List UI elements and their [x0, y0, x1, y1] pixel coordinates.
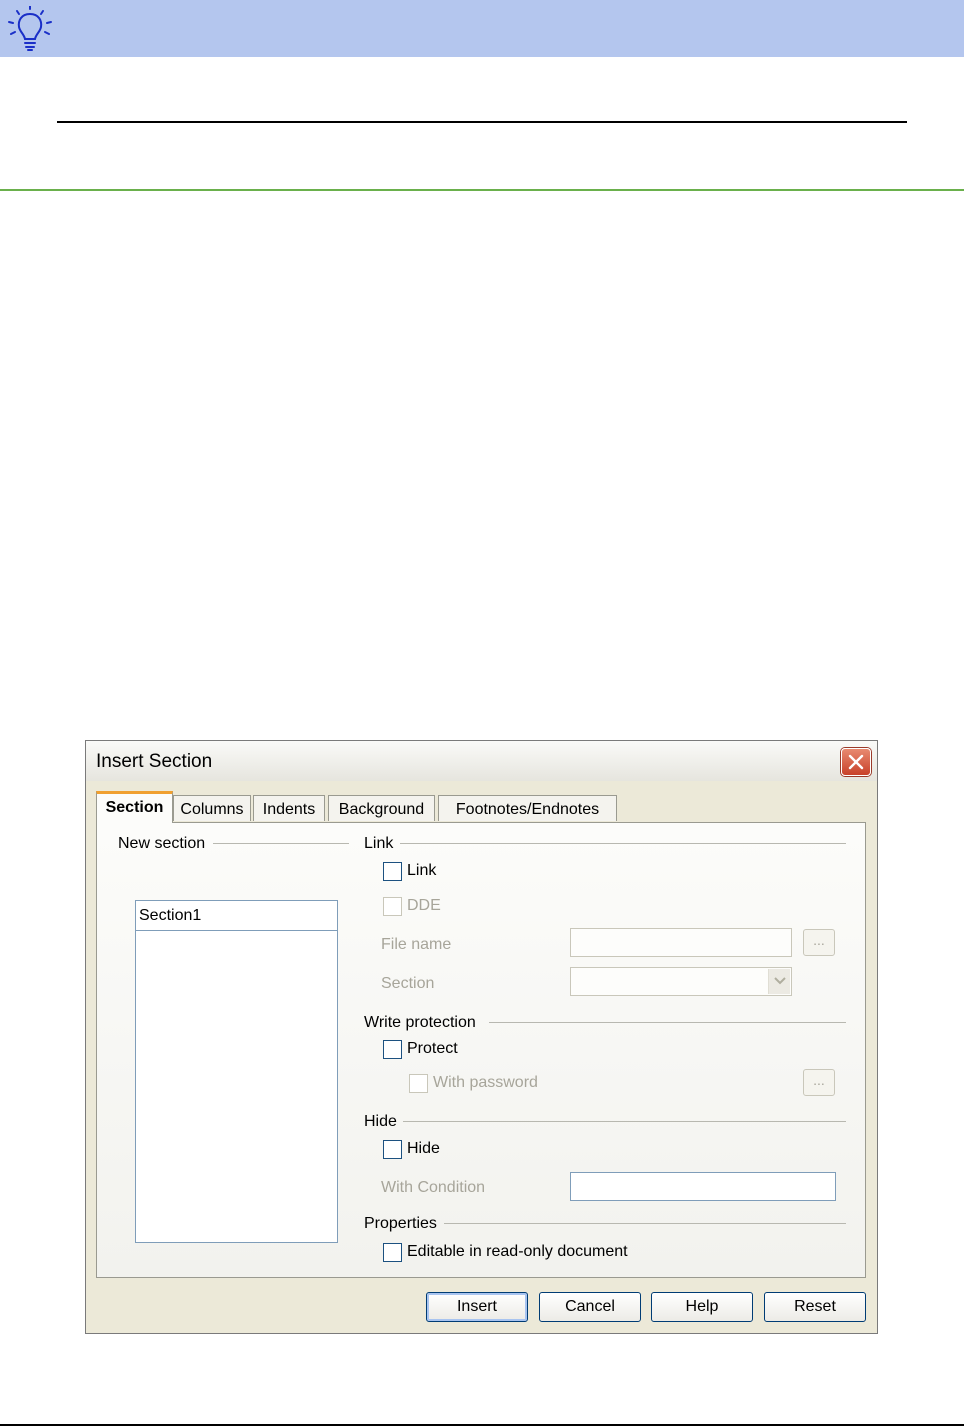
new-section-label: New section — [118, 835, 206, 852]
write-protection-label: Write protection — [364, 1014, 476, 1031]
hide-checkbox-label: Hide — [407, 1140, 440, 1157]
properties-group-label: Properties — [364, 1215, 437, 1232]
footer-rule — [0, 1424, 964, 1426]
tab-indents[interactable]: Indents — [253, 795, 325, 821]
horizontal-rule — [57, 121, 907, 123]
section-list[interactable] — [135, 901, 338, 1243]
reset-button[interactable]: Reset — [764, 1292, 866, 1322]
group-separator — [403, 1121, 846, 1122]
tab-columns[interactable]: Columns — [173, 795, 251, 821]
close-button[interactable] — [841, 748, 871, 776]
with-password-checkbox[interactable] — [409, 1074, 428, 1093]
tip-banner — [0, 0, 964, 57]
hide-checkbox[interactable] — [383, 1140, 402, 1159]
protect-checkbox-label: Protect — [407, 1040, 458, 1057]
password-button[interactable]: ... — [803, 1069, 835, 1096]
insert-button[interactable]: Insert — [426, 1292, 528, 1322]
dde-checkbox-label: DDE — [407, 897, 441, 914]
lightbulb-icon — [8, 6, 52, 51]
tab-background[interactable]: Background — [328, 795, 435, 821]
section-tab-panel: New section Section1 Link Link DDE File … — [96, 822, 866, 1278]
group-separator — [444, 1223, 846, 1224]
section-name-input[interactable]: Section1 — [135, 900, 338, 931]
dropdown-button[interactable] — [768, 969, 790, 994]
protect-checkbox[interactable] — [383, 1040, 402, 1059]
help-button[interactable]: Help — [651, 1292, 753, 1322]
file-browse-button[interactable]: ... — [803, 929, 835, 956]
condition-field[interactable] — [570, 1172, 836, 1201]
insert-section-dialog: Insert Section Section Columns Indents B… — [85, 740, 878, 1334]
tab-footnotes-endnotes[interactable]: Footnotes/Endnotes — [438, 795, 617, 821]
link-group-label: Link — [364, 835, 394, 852]
editable-readonly-label: Editable in read-only document — [407, 1243, 628, 1260]
dde-checkbox[interactable] — [383, 897, 402, 916]
dialog-titlebar[interactable]: Insert Section — [86, 741, 877, 781]
close-icon — [848, 754, 864, 770]
file-name-field[interactable] — [570, 928, 792, 957]
editable-readonly-checkbox[interactable] — [383, 1243, 402, 1262]
dialog-title: Insert Section — [96, 751, 213, 772]
cancel-button[interactable]: Cancel — [539, 1292, 641, 1322]
with-condition-label: With Condition — [381, 1179, 486, 1196]
group-separator — [400, 843, 846, 844]
link-section-label: Section — [381, 975, 435, 992]
hide-group-label: Hide — [364, 1113, 397, 1130]
link-checkbox-label: Link — [407, 862, 437, 879]
chevron-down-icon — [774, 977, 786, 985]
group-separator — [489, 1022, 846, 1023]
section-divider — [0, 189, 964, 191]
with-password-label: With password — [433, 1074, 538, 1091]
link-checkbox[interactable] — [383, 862, 402, 881]
file-name-label: File name — [381, 936, 452, 953]
tab-section[interactable]: Section — [96, 791, 173, 823]
link-section-dropdown[interactable] — [570, 967, 792, 996]
group-separator — [213, 843, 349, 844]
